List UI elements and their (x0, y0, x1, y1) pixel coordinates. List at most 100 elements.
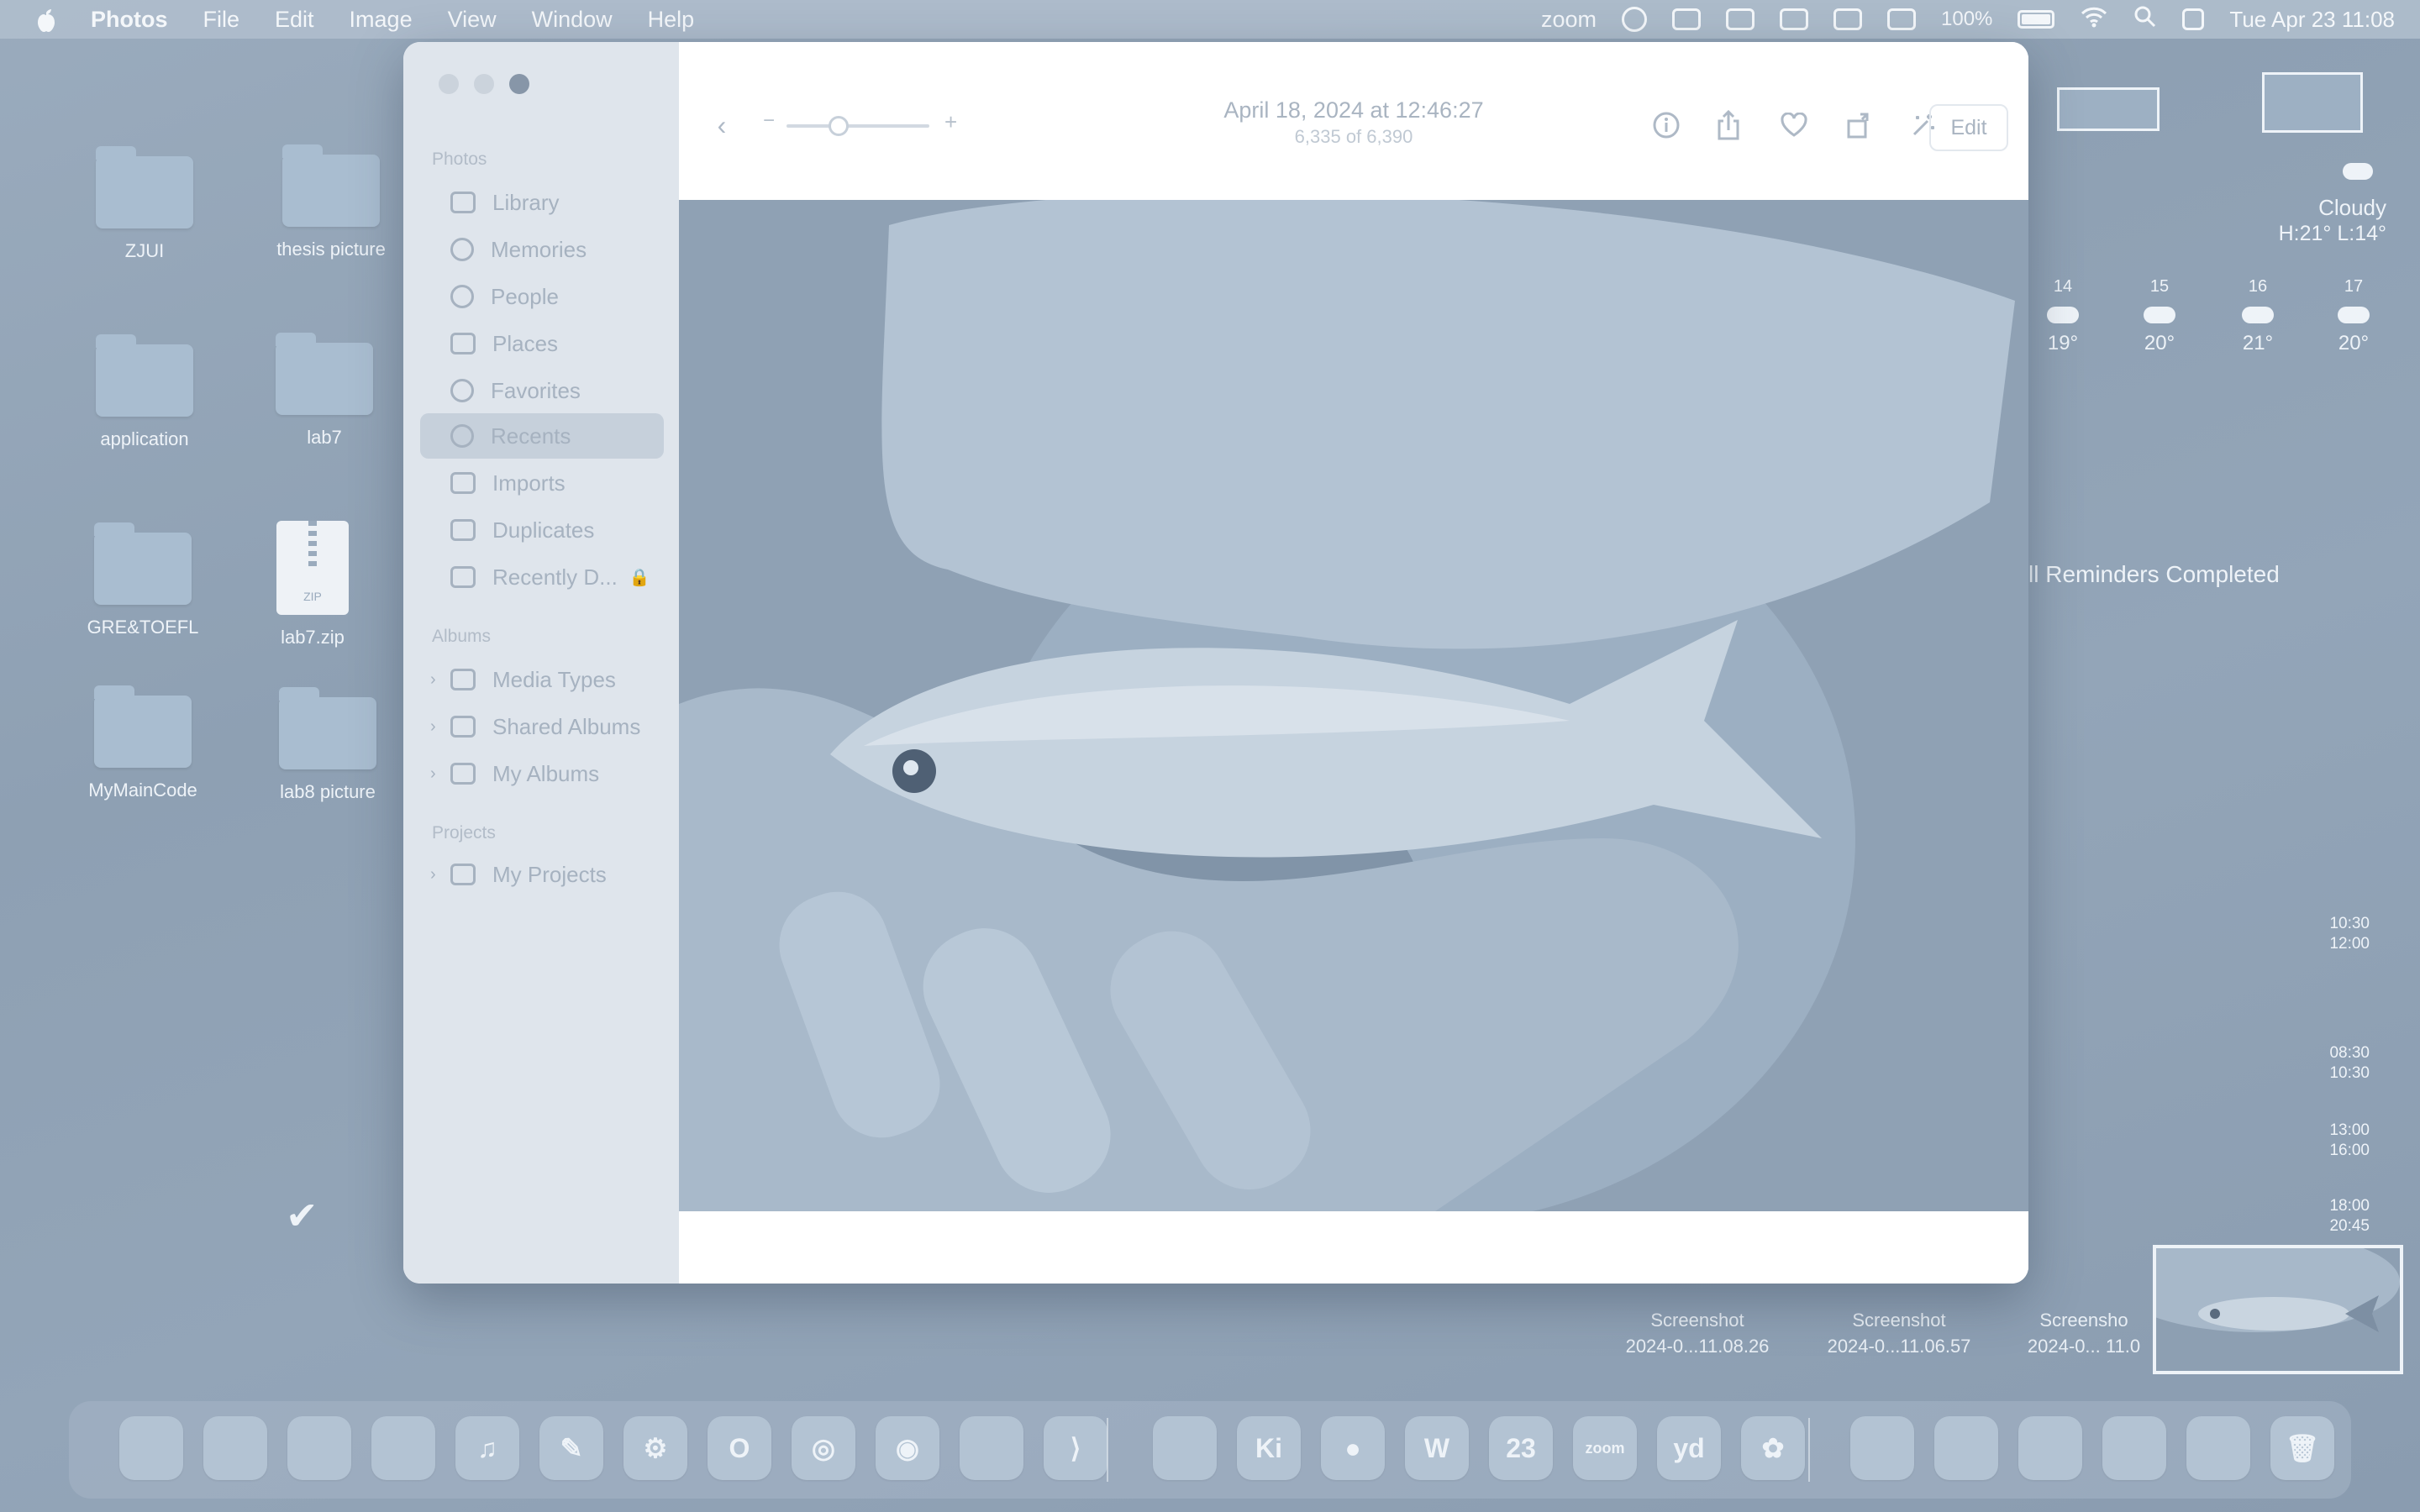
mail-icon[interactable] (371, 1416, 435, 1480)
sidebar-item-recently-deleted[interactable]: Recently D... 🔒 (420, 554, 664, 600)
recent-file-3-icon[interactable] (2018, 1416, 2082, 1480)
calendar-event-time: 18:00 20:45 (2329, 1197, 2370, 1235)
menu-window[interactable]: Window (532, 7, 613, 33)
wifi-icon[interactable] (2080, 6, 2108, 34)
terminal-icon[interactable] (960, 1416, 1023, 1480)
desktop-folder[interactable]: GRE&TOEFL (59, 522, 227, 638)
desktop-folder[interactable]: MyMainCode (59, 685, 227, 801)
info-icon[interactable] (1649, 108, 1684, 143)
zoom-status-item[interactable]: zoom (1541, 7, 1597, 33)
screenshot-file-label[interactable]: Screensho 2024-0... 11.0 (2008, 1307, 2160, 1359)
recent-file-4-icon[interactable] (2102, 1416, 2166, 1480)
outlook-status-icon[interactable] (1726, 8, 1755, 30)
menu-view[interactable]: View (448, 7, 497, 33)
menu-clock[interactable]: Tue Apr 23 11:08 (2229, 7, 2395, 33)
sidebar-item-favorites[interactable]: Favorites (420, 368, 664, 413)
dock-separator (1107, 1418, 1108, 1482)
checkmark-icon: ✔ (286, 1194, 318, 1237)
battery-icon[interactable] (2018, 10, 2055, 29)
desktop-zip-file[interactable]: ZIP lab7.zip (229, 521, 397, 648)
sidebar-item-imports[interactable]: Imports (420, 460, 664, 506)
photo-image[interactable] (679, 200, 2028, 1211)
wechat-status-icon[interactable] (1672, 8, 1702, 30)
sidebar-item-people[interactable]: People (420, 274, 664, 319)
share-icon[interactable] (1711, 108, 1746, 143)
status-circle-icon[interactable] (1622, 7, 1648, 32)
recent-file-1-icon[interactable] (1850, 1416, 1914, 1480)
screenshot-file-label[interactable]: Screenshot 2024-0...11.08.26 (1597, 1307, 1798, 1359)
menu-app-name[interactable]: Photos (91, 7, 168, 33)
chevron-right-icon[interactable]: › (430, 717, 436, 737)
apple-menu-icon[interactable] (32, 5, 60, 34)
photo-date-title: April 18, 2024 at 12:46:27 (1223, 97, 1484, 123)
outlook-icon[interactable]: O (708, 1416, 771, 1480)
sidebar-item-library[interactable]: Library (420, 180, 664, 225)
dock: ♫ ✎ ⚙ O ◎ ◉ ⟩ Ki ● W 23 zoom yd ✿ 🗑 (69, 1401, 2351, 1499)
sidebar-section-albums: Albums (432, 627, 492, 646)
wechat-icon[interactable]: ● (1321, 1416, 1385, 1480)
display-status-icon[interactable] (1833, 8, 1863, 30)
sidebar-item-recents[interactable]: Recents (420, 413, 664, 459)
control-center-icon[interactable] (2182, 8, 2205, 30)
heart-icon[interactable] (1776, 108, 1812, 143)
calendar-event-time: 08:30 10:30 (2329, 1044, 2370, 1082)
settings-icon[interactable]: ⚙ (623, 1416, 687, 1480)
desktop-folder[interactable]: lab8 picture (244, 687, 412, 803)
menu-edit[interactable]: Edit (275, 7, 314, 33)
menu-help[interactable]: Help (648, 7, 695, 33)
vscode-icon[interactable]: ⟩ (1044, 1416, 1107, 1480)
desktop-item-label: ZJUI (124, 240, 165, 261)
safari-icon[interactable] (287, 1416, 351, 1480)
recent-file-5-icon[interactable] (2186, 1416, 2250, 1480)
folder-icon (450, 864, 476, 885)
music-icon[interactable]: ♫ (455, 1416, 519, 1480)
desktop-folder[interactable]: application (60, 334, 229, 450)
edit-button[interactable]: Edit (1929, 104, 2008, 151)
spotlight-search-icon[interactable] (2133, 5, 2157, 34)
word-icon[interactable]: W (1405, 1416, 1469, 1480)
sidebar-item-my-projects[interactable]: › My Projects (420, 852, 664, 897)
desktop-folder[interactable]: thesis picture (247, 144, 415, 260)
desktop-item-label: application (100, 428, 189, 449)
pages-icon[interactable]: ✎ (539, 1416, 603, 1480)
trash-icon[interactable]: 🗑 (2270, 1416, 2334, 1480)
weather-widget[interactable]: Cloudy H:21° L:14° 14 19° 15 20° 16 21° 17 2… (2033, 118, 2386, 403)
desktop-item-label: MyMainCode (88, 780, 197, 801)
zoom-icon[interactable]: zoom (1573, 1416, 1637, 1480)
launchpad-icon[interactable] (203, 1416, 267, 1480)
forecast-day: 15 20° (2144, 277, 2175, 354)
menu-file[interactable]: File (203, 7, 240, 33)
reminders-widget-status[interactable]: ll Reminders Completed (2028, 561, 2280, 588)
chevron-right-icon[interactable]: › (430, 670, 436, 690)
fullscreen-window-button[interactable] (509, 74, 529, 94)
desktop-folder[interactable]: ZJUI (60, 146, 229, 262)
finder-icon[interactable] (119, 1416, 183, 1480)
screenshot-preview-thumbnail[interactable] (2153, 1245, 2403, 1374)
desktop-folder[interactable]: lab7 (240, 333, 408, 449)
chevron-right-icon[interactable]: › (430, 764, 436, 784)
kimi-icon[interactable]: Ki (1237, 1416, 1301, 1480)
photos-icon[interactable]: ✿ (1741, 1416, 1805, 1480)
rotate-icon[interactable] (1842, 108, 1877, 143)
chevron-right-icon[interactable]: › (430, 865, 436, 885)
sidebar-item-media-types[interactable]: › Media Types (420, 657, 664, 702)
input-method-icon[interactable] (1887, 8, 1917, 30)
screenshot-file-label[interactable]: Screenshot 2024-0...11.06.57 (1807, 1307, 1991, 1359)
chrome-icon[interactable]: ◎ (792, 1416, 855, 1480)
menu-image[interactable]: Image (350, 7, 413, 33)
youdao-icon[interactable]: yd (1657, 1416, 1721, 1480)
close-window-button[interactable] (439, 74, 459, 94)
recent-file-2-icon[interactable] (1934, 1416, 1998, 1480)
camera-icon[interactable]: ◉ (876, 1416, 939, 1480)
desktop-item-label: lab7.zip (281, 627, 345, 648)
sidebar-item-duplicates[interactable]: Duplicates (420, 507, 664, 553)
calendar-icon[interactable]: 23 (1489, 1416, 1553, 1480)
preview-icon[interactable] (1153, 1416, 1217, 1480)
word-status-icon[interactable] (1780, 8, 1809, 30)
sidebar-item-places[interactable]: Places (420, 321, 664, 366)
sidebar-item-my-albums[interactable]: › My Albums (420, 751, 664, 796)
sidebar-item-memories[interactable]: Memories (420, 227, 664, 272)
sidebar-item-shared-albums[interactable]: › Shared Albums (420, 704, 664, 749)
import-icon (450, 472, 476, 494)
minimize-window-button[interactable] (474, 74, 494, 94)
